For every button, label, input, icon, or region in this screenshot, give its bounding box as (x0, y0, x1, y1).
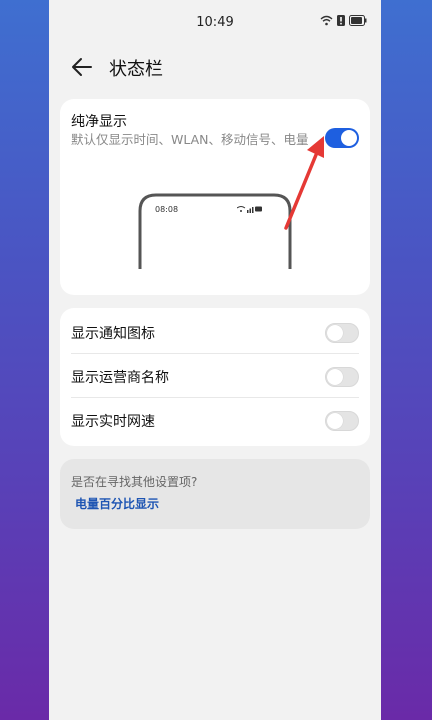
network-speed-toggle[interactable] (325, 411, 359, 431)
battery-icon (349, 15, 367, 26)
pure-display-description: 默认仅显示时间、WLAN、移动信号、电量 (71, 132, 309, 147)
settings-list-card: 显示通知图标 显示运营商名称 显示实时网速 (60, 308, 370, 446)
setting-row-carrier-name[interactable]: 显示运营商名称 (60, 354, 370, 398)
preview-time: 08:08 (155, 205, 179, 214)
status-icons (320, 15, 367, 26)
pure-display-toggle[interactable] (325, 128, 359, 148)
setting-label: 显示运营商名称 (71, 370, 169, 386)
phone-screen: 10:49 状态栏 纯净显示 默认仅显示时间、WLAN、移动信号、电量 08:0… (49, 0, 381, 720)
setting-label: 显示通知图标 (71, 326, 155, 342)
setting-row-network-speed[interactable]: 显示实时网速 (60, 398, 370, 442)
carrier-name-toggle[interactable] (325, 367, 359, 387)
pure-display-card: 纯净显示 默认仅显示时间、WLAN、移动信号、电量 08:08 (60, 99, 370, 295)
battery-percentage-link[interactable]: 电量百分比显示 (75, 495, 159, 512)
hint-question: 是否在寻找其他设置项? (71, 475, 198, 489)
preview-status-icons (237, 206, 262, 213)
notification-icons-toggle[interactable] (325, 323, 359, 343)
setting-row-notification-icons[interactable]: 显示通知图标 (60, 310, 370, 354)
phone-preview-illustration: 08:08 (138, 191, 292, 271)
alert-icon (337, 15, 345, 26)
page-title: 状态栏 (109, 59, 163, 80)
page-header: 状态栏 (49, 46, 381, 86)
wifi-icon (320, 15, 333, 26)
pure-display-title: 纯净显示 (71, 114, 127, 130)
back-arrow-icon[interactable] (69, 54, 95, 80)
status-bar: 10:49 (49, 0, 381, 46)
setting-label: 显示实时网速 (71, 414, 155, 430)
hint-card: 是否在寻找其他设置项? 电量百分比显示 (60, 459, 370, 529)
